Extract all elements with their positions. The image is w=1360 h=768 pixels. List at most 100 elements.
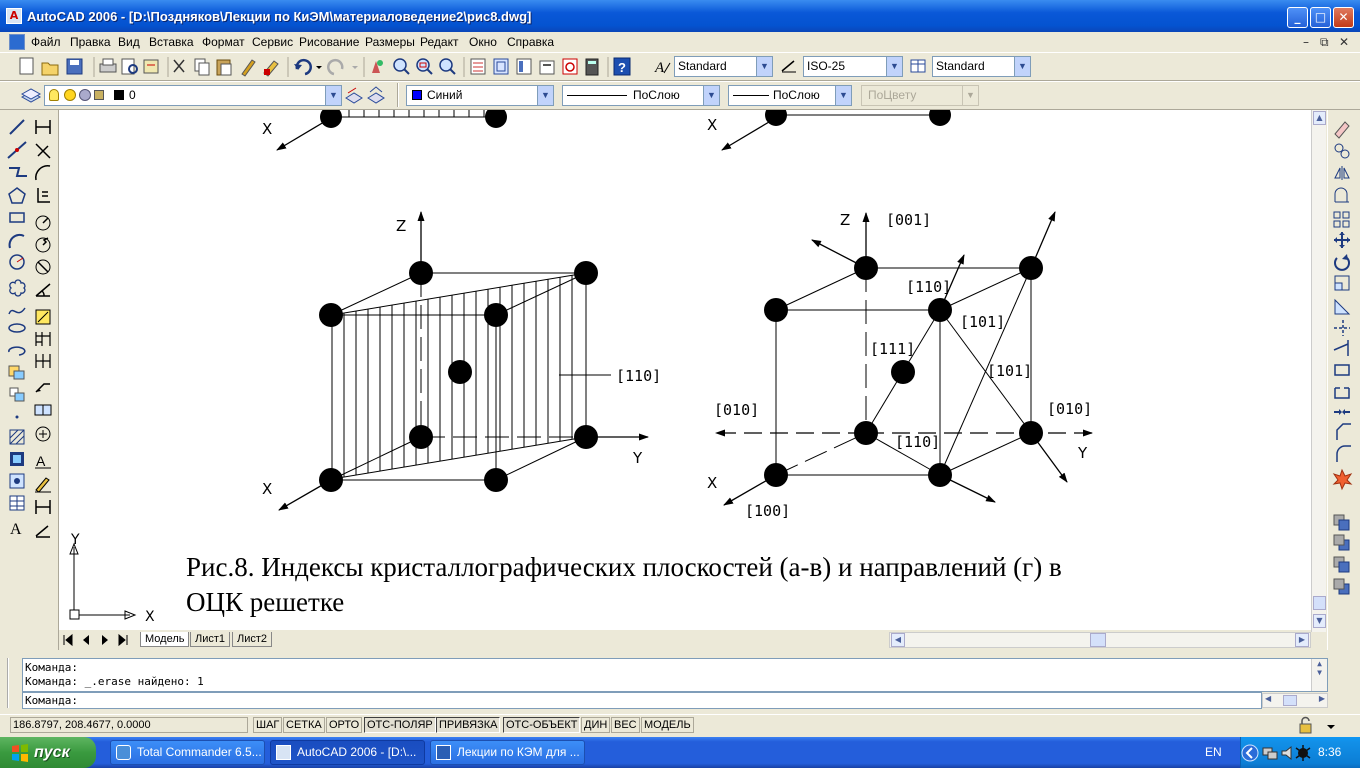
layer-previous-icon[interactable]	[367, 86, 385, 104]
gradient-icon[interactable]	[10, 452, 24, 466]
continue-dimension-icon[interactable]	[35, 354, 51, 368]
dimension-edit-icon[interactable]: A	[35, 453, 51, 469]
fillet-icon[interactable]	[1336, 445, 1351, 462]
block-editor-icon[interactable]	[263, 60, 279, 77]
zoom-realtime-icon[interactable]	[393, 58, 410, 75]
break-at-point-icon[interactable]	[1334, 364, 1350, 376]
copy-icon[interactable]	[194, 58, 210, 76]
scroll-left-arrow-icon[interactable]: ◀	[891, 633, 905, 647]
tab-layout2[interactable]: Лист2	[232, 632, 273, 647]
status-menu-arrow-icon[interactable]	[1327, 725, 1335, 729]
stretch-icon[interactable]	[1334, 298, 1351, 315]
baseline-dimension-icon[interactable]	[35, 332, 51, 346]
menu-draw[interactable]: Рисование	[299, 35, 359, 49]
ortho-toggle[interactable]: ОРТО	[326, 717, 363, 733]
scroll-right-arrow-icon[interactable]: ▶	[1295, 633, 1309, 647]
maximize-button[interactable]: □	[1310, 7, 1331, 28]
line-icon[interactable]	[9, 119, 25, 135]
send-to-back-icon[interactable]	[1333, 534, 1350, 551]
offset-icon[interactable]	[1334, 187, 1349, 203]
scroll-up-arrow-icon[interactable]: ▲	[1313, 111, 1326, 125]
arc-length-icon[interactable]	[35, 165, 51, 181]
mirror-icon[interactable]	[1334, 166, 1350, 180]
undo-dropdown-icon[interactable]	[316, 66, 322, 69]
open-icon[interactable]	[41, 62, 59, 76]
insert-block-icon[interactable]	[8, 365, 25, 380]
jogged-dimension-icon[interactable]	[35, 237, 51, 253]
volume-icon[interactable]	[1281, 745, 1292, 761]
erase-icon[interactable]	[1334, 121, 1350, 139]
table-style-select[interactable]: Standard ▼	[932, 56, 1031, 77]
tab-model[interactable]: Модель	[140, 632, 190, 647]
scroll-up-arrow-icon[interactable]: ▲	[1312, 659, 1327, 668]
cut-icon[interactable]	[173, 59, 185, 73]
text-style-select[interactable]: Standard ▼	[674, 56, 773, 77]
scroll-right-arrow-icon[interactable]: ▶	[1319, 694, 1325, 703]
trim-icon[interactable]	[1334, 320, 1350, 336]
command-window-grip[interactable]	[7, 658, 19, 708]
dynamic-input-toggle[interactable]: ДИН	[581, 717, 611, 733]
tolerance-icon[interactable]	[34, 404, 52, 416]
quickcalc-icon[interactable]	[585, 58, 599, 76]
minimize-button[interactable]: _	[1287, 7, 1308, 28]
redo-icon[interactable]	[327, 58, 344, 76]
task-autocad[interactable]: AutoCAD 2006 - [D:\...	[270, 740, 425, 765]
center-mark-icon[interactable]	[35, 426, 51, 442]
next-tab-icon[interactable]	[102, 635, 108, 645]
construction-line-icon[interactable]	[7, 141, 27, 159]
diameter-dimension-icon[interactable]	[35, 259, 51, 275]
print-preview-icon[interactable]	[121, 58, 138, 75]
document-icon[interactable]	[9, 34, 25, 50]
dimension-text-edit-icon[interactable]	[35, 477, 51, 493]
task-total-commander[interactable]: Total Commander 6.5...	[110, 740, 265, 765]
markup-set-manager-icon[interactable]	[562, 58, 578, 75]
revision-cloud-icon[interactable]	[9, 279, 26, 297]
spline-icon[interactable]	[8, 307, 26, 315]
viewport-freeze-icon[interactable]	[79, 89, 91, 101]
redo-dropdown-icon[interactable]	[352, 66, 358, 69]
hscroll-thumb[interactable]	[1090, 633, 1106, 647]
radius-dimension-icon[interactable]	[35, 215, 51, 231]
point-icon[interactable]	[15, 415, 19, 419]
grid-toggle[interactable]: СЕТКА	[283, 717, 325, 733]
properties-icon[interactable]	[470, 58, 486, 75]
linetype-select[interactable]: ПоСлою ▼	[562, 85, 720, 106]
menu-tools[interactable]: Сервис	[252, 35, 293, 49]
join-icon[interactable]	[1334, 409, 1350, 415]
menu-window[interactable]: Окно	[469, 35, 497, 49]
extend-icon[interactable]	[1333, 340, 1349, 356]
lock-icon[interactable]	[1299, 716, 1312, 734]
dimension-style-icon[interactable]	[35, 525, 50, 538]
chamfer-icon[interactable]	[1336, 423, 1351, 440]
make-block-icon[interactable]	[9, 387, 25, 402]
command-line-scrollbar[interactable]: ◀ ▶	[1262, 693, 1328, 708]
language-indicator[interactable]: EN	[1205, 745, 1222, 759]
rectangle-icon[interactable]	[9, 212, 25, 223]
coordinates-display[interactable]: 186.8797, 208.4677, 0.0000	[10, 717, 248, 733]
new-icon[interactable]	[19, 57, 34, 75]
array-icon[interactable]	[1333, 211, 1350, 228]
menu-view[interactable]: Вид	[118, 35, 140, 49]
tab-layout1[interactable]: Лист1	[190, 632, 231, 647]
undo-icon[interactable]	[294, 58, 312, 76]
network-icon[interactable]	[1262, 747, 1278, 760]
bring-to-front-icon[interactable]	[1333, 514, 1350, 531]
linear-dimension-icon[interactable]	[35, 120, 51, 134]
zoom-window-icon[interactable]	[416, 58, 433, 75]
tool-palettes-icon[interactable]	[516, 58, 532, 75]
break-icon[interactable]	[1334, 387, 1350, 399]
menu-file[interactable]: Файл	[31, 35, 61, 49]
sheet-set-manager-icon[interactable]	[539, 60, 555, 75]
text-style-icon[interactable]: A	[652, 56, 674, 76]
ellipse-arc-icon[interactable]	[8, 346, 26, 356]
menu-edit[interactable]: Правка	[70, 35, 111, 49]
lightbulb-icon[interactable]	[49, 89, 59, 101]
command-input[interactable]: Команда:	[22, 692, 1262, 709]
aligned-dimension-icon[interactable]	[35, 143, 51, 159]
scale-icon[interactable]	[1334, 275, 1350, 291]
polar-tracking-toggle[interactable]: ОТС-ПОЛЯР	[364, 717, 436, 733]
menu-help[interactable]: Справка	[507, 35, 554, 49]
match-properties-icon[interactable]	[241, 59, 256, 77]
polyline-icon[interactable]	[9, 167, 27, 177]
layer-select[interactable]: 0 ▼	[44, 85, 342, 106]
